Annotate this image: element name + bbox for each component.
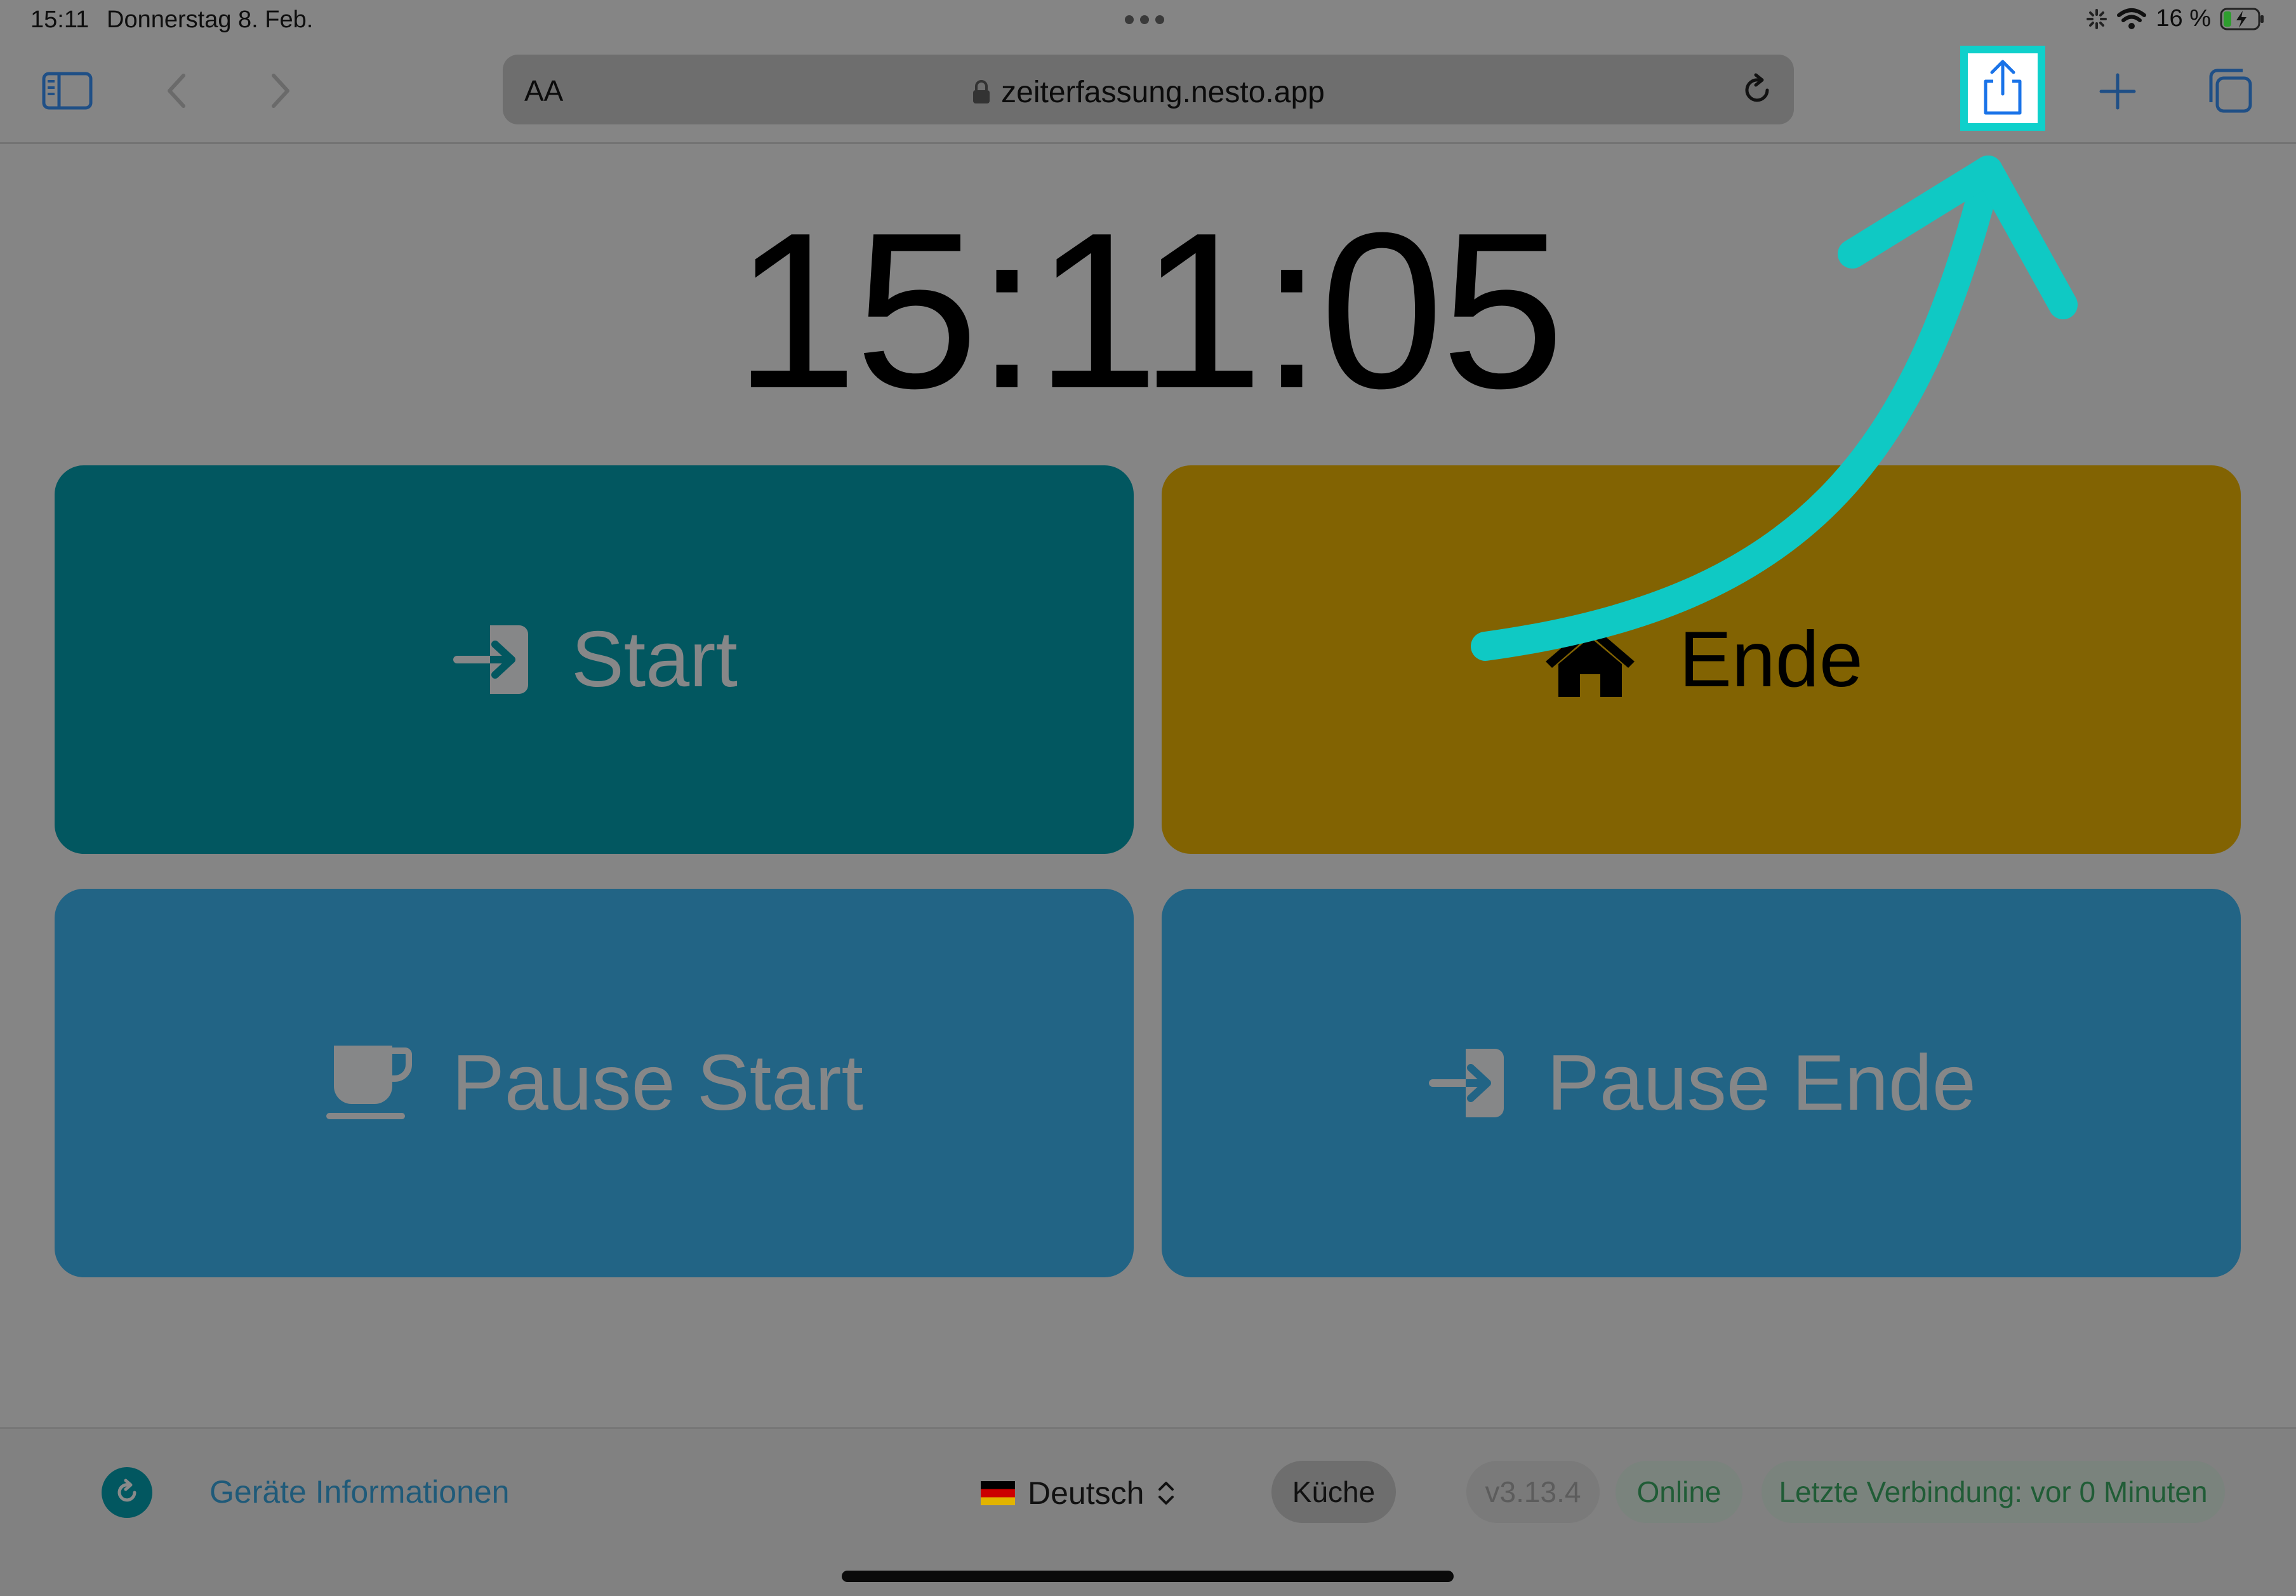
url-text[interactable]: zeiterfassung.nesto.app xyxy=(503,75,1794,110)
battery-charging-icon xyxy=(2220,8,2264,30)
status-indicators: 16 % xyxy=(2086,5,2266,32)
pause-end-button[interactable]: Pause Ende xyxy=(1162,889,2241,1277)
back-icon[interactable] xyxy=(161,69,193,113)
status-badge: Online xyxy=(1616,1461,1742,1523)
home-indicator[interactable] xyxy=(842,1571,1454,1582)
multitasking-dots-icon[interactable] xyxy=(1125,15,1164,24)
language-select[interactable]: Deutsch xyxy=(981,1475,1176,1512)
new-tab-icon[interactable] xyxy=(2095,66,2140,117)
screen: 15:11 Donnerstag 8. Feb. 16 % AA zeiterf… xyxy=(0,0,2296,1596)
clock-display: 15:11:05 xyxy=(734,187,1564,435)
sidebar-icon[interactable] xyxy=(41,69,94,113)
share-icon xyxy=(1984,60,2022,115)
end-label: Ende xyxy=(1679,616,1863,703)
share-button[interactable] xyxy=(1960,46,2045,131)
chevron-up-down-icon xyxy=(1158,1482,1174,1505)
refresh-button[interactable] xyxy=(102,1467,152,1518)
home-icon xyxy=(1546,623,1635,697)
lock-icon xyxy=(973,80,990,103)
tabs-overview-icon[interactable] xyxy=(2204,65,2256,117)
forward-icon[interactable] xyxy=(264,69,296,113)
language-value: Deutsch xyxy=(1028,1475,1145,1511)
last-connection-badge: Letzte Verbindung: vor 0 Minuten xyxy=(1762,1461,2225,1523)
room-badge: Küche xyxy=(1271,1461,1396,1523)
end-button[interactable]: Ende xyxy=(1162,465,2241,854)
status-time: 15:11 xyxy=(30,6,90,33)
pause-start-label: Pause Start xyxy=(452,1039,863,1127)
pause-end-label: Pause Ende xyxy=(1547,1039,1976,1127)
coffee-cup-icon xyxy=(326,1046,413,1119)
german-flag-icon xyxy=(981,1481,1015,1505)
refresh-icon xyxy=(117,1479,136,1502)
status-date: Donnerstag 8. Feb. xyxy=(107,6,314,33)
battery-percent: 16 % xyxy=(2156,5,2211,32)
start-button[interactable]: Start xyxy=(55,465,1134,854)
wifi-icon xyxy=(2117,8,2147,29)
reload-icon[interactable] xyxy=(1739,72,1775,111)
sign-in-icon xyxy=(1429,1049,1504,1117)
address-bar[interactable]: AA zeiterfassung.nesto.app xyxy=(503,55,1794,124)
pause-start-button[interactable]: Pause Start xyxy=(55,889,1134,1277)
status-bar: 15:11 Donnerstag 8. Feb. 16 % xyxy=(0,0,2296,46)
version-badge: v3.13.4 xyxy=(1466,1461,1600,1523)
activity-spinner-icon xyxy=(2087,8,2107,29)
device-info-link[interactable]: Geräte Informationen xyxy=(209,1473,510,1510)
start-label: Start xyxy=(571,616,738,703)
sign-in-icon xyxy=(453,625,529,694)
browser-toolbar: AA zeiterfassung.nesto.app xyxy=(0,46,2296,144)
